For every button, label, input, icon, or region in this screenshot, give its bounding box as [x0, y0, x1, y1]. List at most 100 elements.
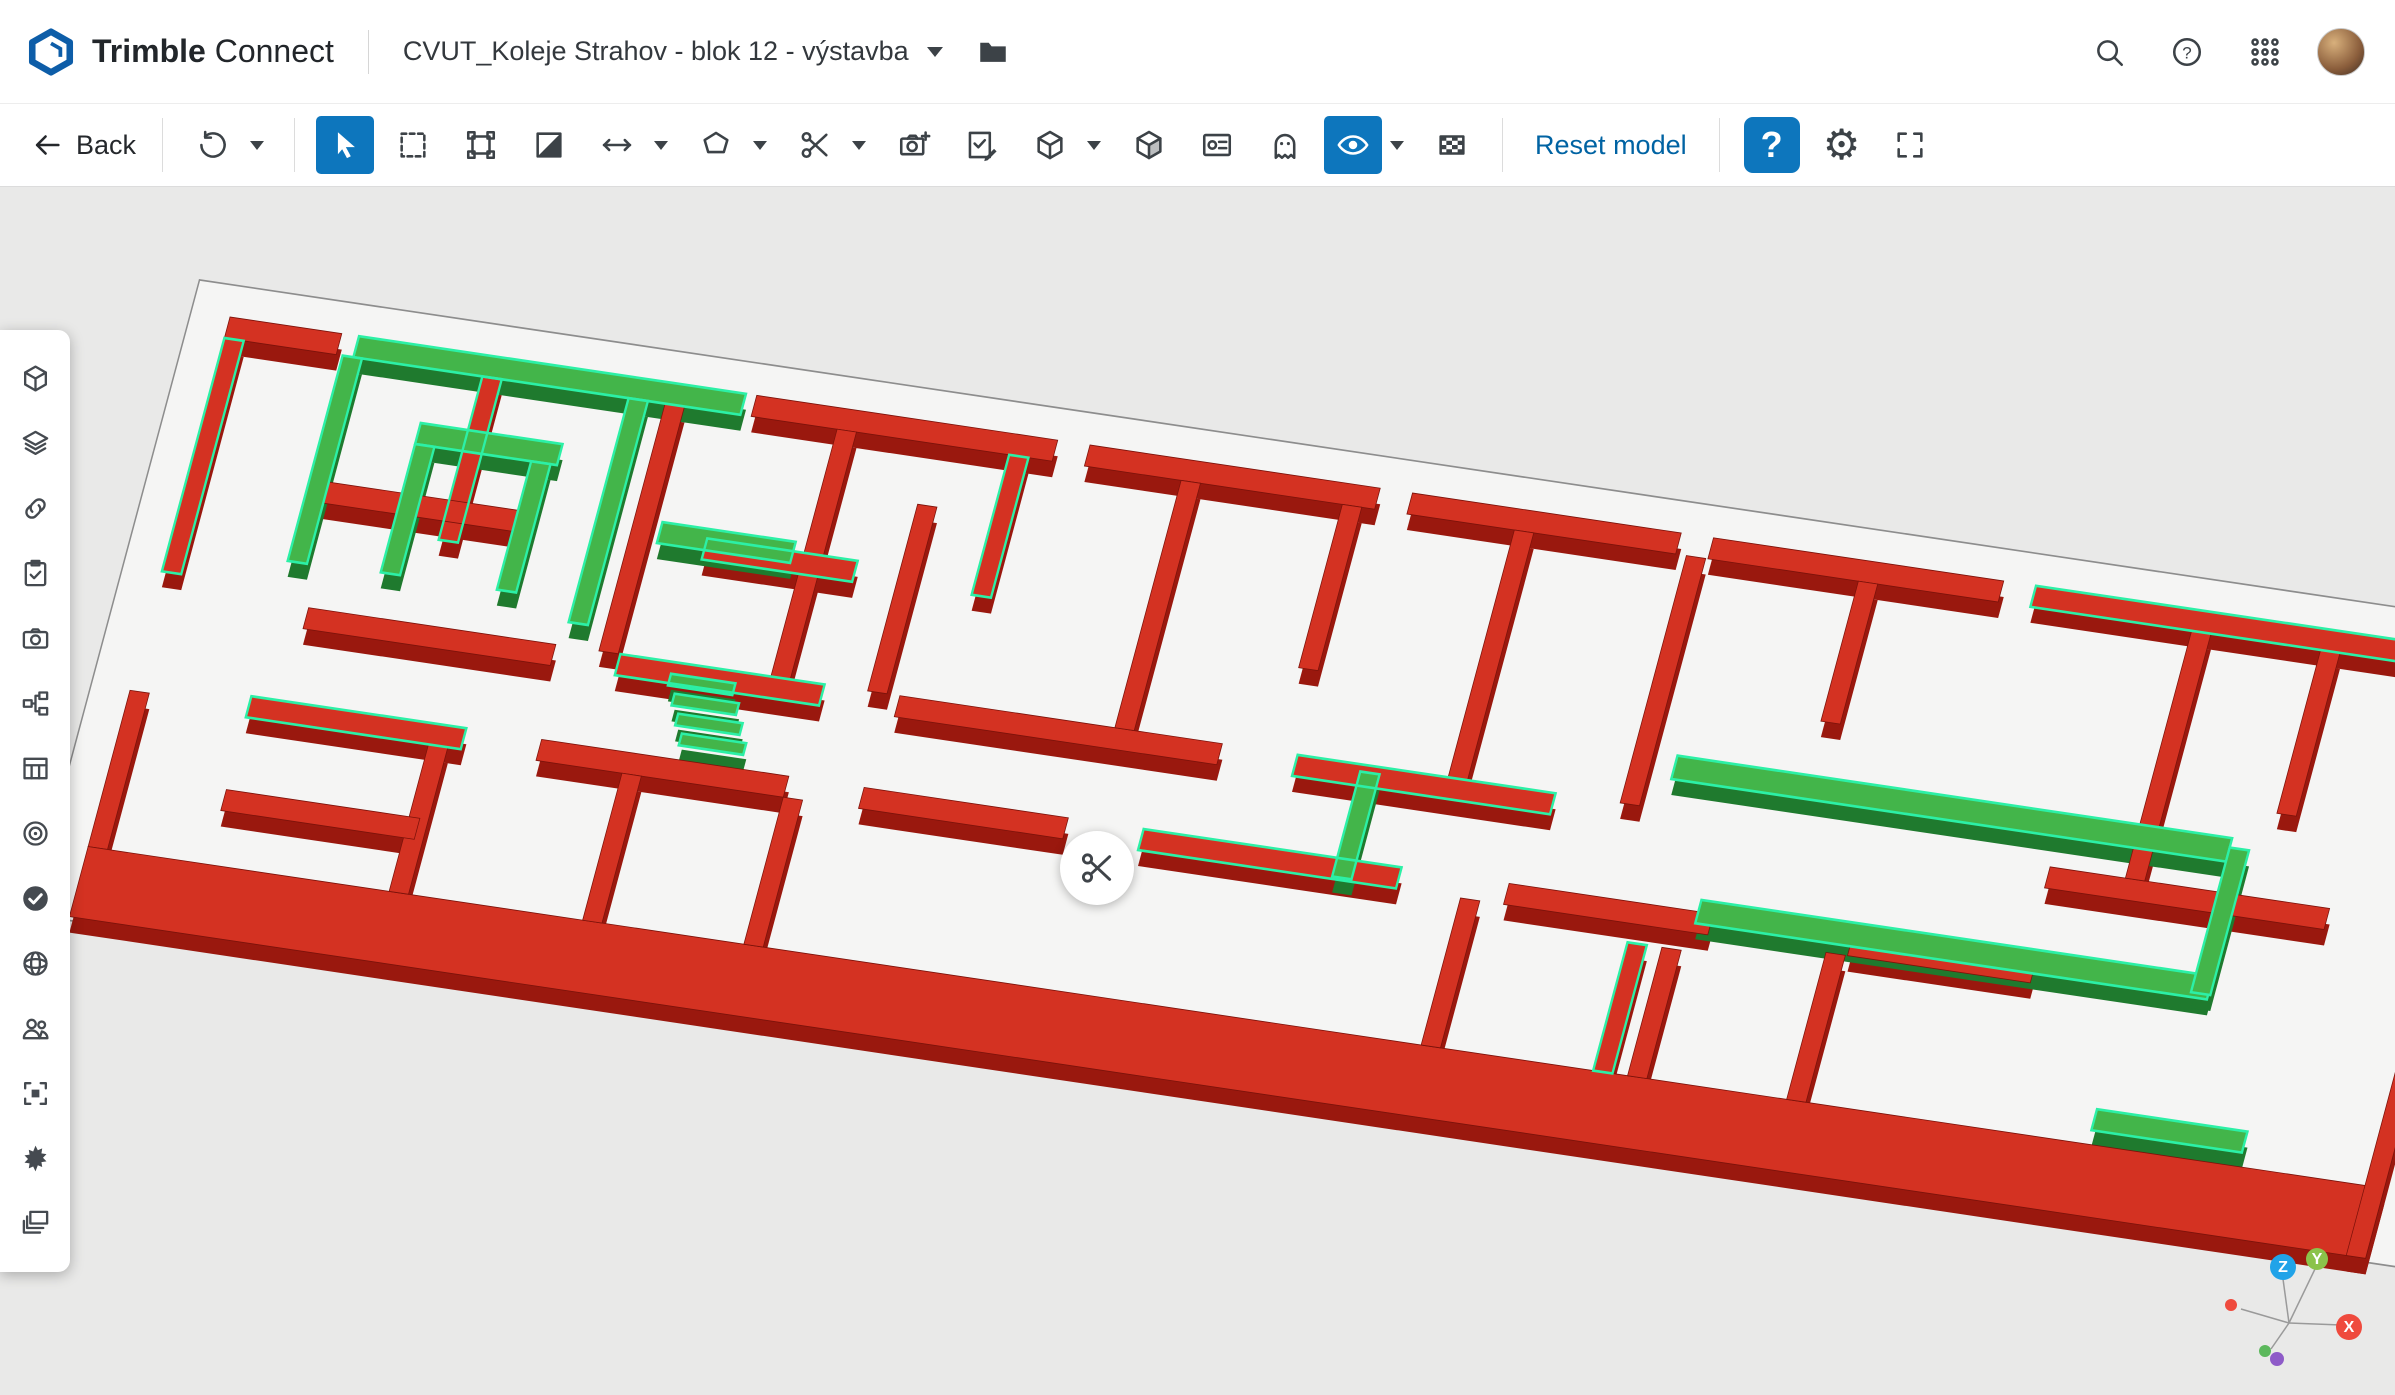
settings-button[interactable]: ⚙: [1813, 116, 1871, 174]
measure-tool[interactable]: [588, 116, 646, 174]
help-icon[interactable]: ?: [2159, 24, 2215, 80]
scissors-cursor: [1060, 831, 1134, 905]
hatch-pattern-icon: [1435, 128, 1469, 162]
section-cut-tool[interactable]: [786, 116, 844, 174]
gizmo-neg-y[interactable]: [2259, 1345, 2271, 1357]
measure-caret[interactable]: [645, 116, 677, 174]
arrow-left-icon: [30, 128, 64, 162]
sidebar-selection-focus[interactable]: [0, 1061, 70, 1126]
measure-icon: [600, 128, 634, 162]
marquee-icon: [396, 128, 430, 162]
link-icon: [20, 493, 51, 524]
burst-icon: [20, 1143, 51, 1174]
refresh-icon: [196, 128, 230, 162]
help-glyph: ?: [1761, 124, 1783, 166]
clipboard-check-icon: [20, 558, 51, 589]
svg-text:Z: Z: [2278, 1259, 2288, 1276]
marquee-select-tool[interactable]: [384, 116, 442, 174]
cursor-icon: [328, 128, 362, 162]
sidebar-layers[interactable]: [0, 411, 70, 476]
sidebar-views[interactable]: [0, 606, 70, 671]
header-divider: [368, 30, 369, 74]
gizmo-neg-x[interactable]: [2225, 1299, 2237, 1311]
back-button[interactable]: Back: [20, 116, 146, 174]
sidebar-organizer[interactable]: [0, 671, 70, 736]
help-button[interactable]: ?: [1744, 117, 1800, 173]
gizmo-neg-z[interactable]: [2270, 1352, 2284, 1366]
project-name: CVUT_Koleje Strahov - blok 12 - výstavba: [403, 36, 909, 67]
shaded-cube-icon: [1132, 128, 1166, 162]
check-circle-icon: [20, 883, 51, 914]
ghost-icon: [1268, 128, 1302, 162]
toolbar-divider: [294, 118, 295, 172]
viewpoint-icon: [1200, 128, 1234, 162]
add-view-tool[interactable]: [885, 116, 943, 174]
sidebar-users[interactable]: [0, 996, 70, 1061]
project-selector[interactable]: CVUT_Koleje Strahov - blok 12 - výstavba: [403, 36, 943, 67]
sidebar-tasks[interactable]: [0, 541, 70, 606]
camera-plus-icon: [897, 128, 931, 162]
model-viewport[interactable]: Z Y X: [0, 188, 2395, 1395]
chevron-down-icon: [852, 141, 866, 150]
cube-icon: [1033, 128, 1067, 162]
model-box-caret[interactable]: [1078, 116, 1110, 174]
sidebar-model-tree[interactable]: [0, 346, 70, 411]
chevron-down-icon: [753, 141, 767, 150]
invert-selection-tool[interactable]: [520, 116, 578, 174]
polygon-select-tool[interactable]: [687, 116, 745, 174]
people-icon: [20, 1013, 51, 1044]
scissors-icon: [798, 128, 832, 162]
trimble-logo[interactable]: [26, 27, 76, 77]
section-caret[interactable]: [843, 116, 875, 174]
app-title: Trimble Connect: [92, 33, 334, 70]
gizmo-y-axis[interactable]: Y: [2306, 1248, 2328, 1270]
polygon-caret[interactable]: [744, 116, 776, 174]
user-avatar[interactable]: [2317, 28, 2365, 76]
navigation-gizmo[interactable]: Z Y X: [2201, 1245, 2381, 1375]
svg-text:Y: Y: [2312, 1251, 2323, 1268]
chevron-down-icon: [1390, 141, 1404, 150]
sidebar-status-check[interactable]: [0, 866, 70, 931]
svg-text:X: X: [2344, 1319, 2355, 1336]
fullscreen-button[interactable]: [1881, 116, 1939, 174]
gizmo-z-axis[interactable]: Z: [2270, 1254, 2296, 1280]
ghost-mode-tool[interactable]: [1256, 116, 1314, 174]
folder-icon[interactable]: [965, 24, 1021, 80]
visibility-tool[interactable]: [1324, 116, 1382, 174]
stacked-sheets-icon: [20, 1208, 51, 1239]
back-label: Back: [76, 130, 136, 161]
app-header: Trimble Connect CVUT_Koleje Strahov - bl…: [0, 0, 2395, 104]
sidebar-panorama[interactable]: [0, 931, 70, 996]
camera-icon: [20, 623, 51, 654]
fullscreen-icon: [1893, 128, 1927, 162]
scissors-icon: [1078, 849, 1116, 887]
sidebar-clash-burst[interactable]: [0, 1126, 70, 1191]
toolbar-divider: [1502, 118, 1503, 172]
gizmo-x-axis[interactable]: X: [2336, 1314, 2362, 1340]
object-box-tool[interactable]: [1120, 116, 1178, 174]
chevron-down-icon: [250, 141, 264, 150]
apps-grid-icon[interactable]: [2237, 24, 2293, 80]
refresh-view-tool[interactable]: [184, 116, 242, 174]
refresh-view-caret[interactable]: [241, 116, 273, 174]
sidebar-tables[interactable]: [0, 736, 70, 801]
floorplan-3d[interactable]: [0, 188, 2395, 1395]
markup-tool[interactable]: [953, 116, 1011, 174]
svg-text:?: ?: [2182, 43, 2191, 62]
chevron-down-icon: [1087, 141, 1101, 150]
viewer-toolbar: Back: [0, 104, 2395, 187]
viewpoint-tool[interactable]: [1188, 116, 1246, 174]
sidebar-sheets[interactable]: [0, 1191, 70, 1256]
model-box-tool[interactable]: [1021, 116, 1079, 174]
search-icon[interactable]: [2081, 24, 2137, 80]
trimble-connect-app: Trimble Connect CVUT_Koleje Strahov - bl…: [0, 0, 2395, 1395]
sidebar-clash-sets[interactable]: [0, 801, 70, 866]
visibility-caret[interactable]: [1381, 116, 1413, 174]
chevron-down-icon: [654, 141, 668, 150]
target-icon: [20, 818, 51, 849]
pattern-fill-tool[interactable]: [1423, 116, 1481, 174]
sidebar-links[interactable]: [0, 476, 70, 541]
select-tool[interactable]: [316, 116, 374, 174]
reset-model-link[interactable]: Reset model: [1535, 130, 1687, 161]
transform-tool[interactable]: [452, 116, 510, 174]
